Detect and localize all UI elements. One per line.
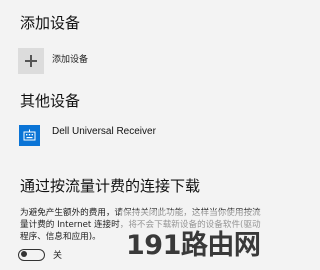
metered-download-toggle[interactable]: [18, 248, 45, 261]
plus-icon: [18, 48, 44, 74]
add-device-button[interactable]: 添加设备: [18, 45, 88, 77]
device-name: Dell Universal Receiver: [52, 125, 156, 137]
keyboard-icon: [19, 124, 40, 146]
metered-download-toggle-row: 关: [18, 248, 62, 261]
add-device-label: 添加设备: [52, 54, 89, 65]
other-devices-heading: 其他设备: [20, 92, 81, 110]
add-device-heading: 添加设备: [20, 14, 81, 32]
device-item[interactable]: Dell Universal Receiver: [19, 122, 156, 148]
device-settings-page: 添加设备 添加设备 其他设备 Dell Universal Receiver 通…: [0, 0, 291, 270]
toggle-state-label: 关: [53, 251, 63, 261]
metered-download-heading: 通过按流量计费的连接下载: [20, 177, 201, 195]
toggle-knob: [21, 251, 27, 257]
site-watermark: 191路由网: [126, 230, 261, 261]
